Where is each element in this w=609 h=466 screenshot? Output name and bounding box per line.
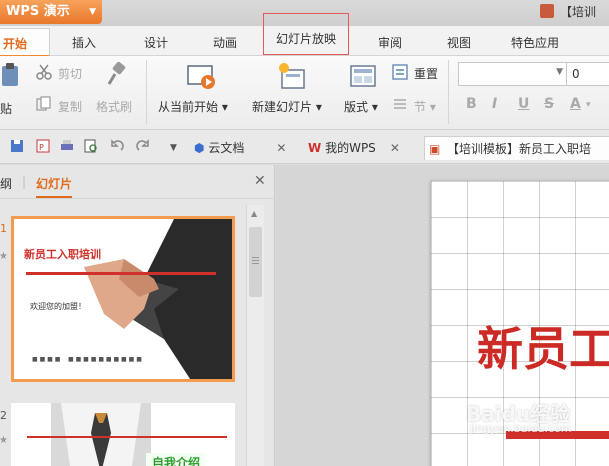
chevron-down-icon[interactable]: ▾ — [586, 100, 591, 110]
slide-thumbnail-1[interactable]: 新员工入职培训 欢迎您的加盟！ ■ ■ ■ ■ ■ ■ ■ ■ ■ ■ ■ ■ … — [11, 216, 235, 382]
slide-2-label: 自我介绍 — [146, 453, 207, 466]
tab-my-wps[interactable]: W 我的WPS ✕ — [308, 136, 400, 160]
cloud-doc-icon: ⬢ — [194, 141, 205, 155]
tab-animation[interactable]: 动画 — [213, 34, 237, 51]
undo-icon[interactable] — [110, 139, 124, 153]
menu-bar: 开始 插入 设计 动画 幻灯片放映 审阅 视图 特色应用 — [0, 13, 609, 57]
quick-access-toolbar: P ▼ ⬢ 云文档 ✕ W 我的WPS ✕ ▣ 【培训模板】新员工入职培 — [0, 130, 609, 164]
paste-button[interactable]: 贴 — [0, 100, 12, 117]
italic-button[interactable]: I — [492, 96, 497, 112]
tab-view[interactable]: 视图 — [447, 34, 471, 51]
ribbon-separator — [146, 60, 147, 124]
tab-slideshow[interactable]: 幻灯片放映 — [263, 13, 350, 55]
ribbon-separator — [448, 60, 449, 124]
font-size-combo[interactable]: 0 — [566, 62, 609, 86]
chevron-down-icon: ▾ — [426, 100, 436, 114]
font-name-combo[interactable]: ▼ — [458, 62, 568, 86]
bold-button[interactable]: B — [466, 96, 477, 112]
scrollbar-thumb[interactable] — [249, 227, 262, 297]
svg-text:P: P — [39, 143, 44, 152]
tab-cloud-doc[interactable]: ⬢ 云文档 ✕ — [194, 136, 286, 160]
tab-outline[interactable]: 纲 — [0, 175, 12, 192]
presentation-icon: ▣ — [429, 142, 441, 156]
document-icon — [540, 4, 554, 18]
copy-button[interactable]: 复制 — [58, 98, 82, 115]
strikethrough-button[interactable]: S — [544, 96, 554, 112]
slides-panel: 纲 | 幻灯片 ✕ 1 ★ 新员工入职培训 欢迎您的加盟！ ■ ■ ■ ■ ■ … — [0, 165, 275, 466]
new-slide-icon[interactable] — [276, 62, 308, 92]
scissors-icon[interactable] — [36, 64, 52, 80]
close-icon[interactable]: ✕ — [390, 141, 400, 155]
chevron-down-icon: ▾ — [218, 100, 228, 114]
star-icon: ★ — [0, 251, 8, 262]
tab-special[interactable]: 特色应用 — [511, 34, 559, 51]
layout-icon[interactable] — [349, 64, 377, 90]
cut-button[interactable]: 剪切 — [58, 65, 82, 82]
slide-number: 2 — [0, 409, 7, 422]
copy-icon[interactable] — [36, 96, 52, 112]
tab-insert[interactable]: 插入 — [72, 34, 96, 51]
ribbon: 贴 剪切 复制 格式刷 从当前开始 ▾ 新建幻灯片 ▾ 版式 ▾ 重置 节 ▾ … — [0, 56, 609, 130]
reset-button[interactable]: 重置 — [414, 65, 438, 82]
app-title: WPS 演示 — [6, 4, 70, 19]
toolbar-dropdown-icon[interactable]: ▼ — [170, 136, 177, 160]
format-painter-icon[interactable] — [104, 62, 130, 88]
save-icon[interactable] — [10, 139, 24, 153]
slide-2-red-line — [27, 436, 227, 438]
app-menu-button[interactable]: WPS 演示 ▼ — [0, 0, 102, 24]
close-icon[interactable]: ✕ — [254, 173, 266, 189]
panel-divider: | — [22, 175, 27, 189]
chevron-down-icon: ▼ — [89, 7, 96, 17]
slide-1-red-line — [26, 272, 216, 275]
layout-button[interactable]: 版式 ▾ — [344, 98, 378, 115]
slide-1-footer: ■ ■ ■ ■ ■ ■ ■ ■ ■ ■ ■ ■ ■ ■ — [32, 356, 142, 363]
chevron-down-icon: ▾ — [368, 100, 378, 114]
slide-1-welcome: 欢迎您的加盟！ — [30, 302, 86, 311]
close-icon[interactable]: ✕ — [276, 141, 286, 155]
export-pdf-icon[interactable]: P — [36, 139, 50, 153]
baidu-watermark-url: jingyan.baidu.com — [470, 422, 572, 435]
wps-logo-icon: W — [308, 141, 322, 155]
document-title: 【培训 — [540, 3, 596, 20]
print-preview-icon[interactable] — [84, 139, 98, 153]
slide-number: 1 — [0, 222, 7, 235]
reset-icon[interactable] — [392, 64, 408, 80]
section-button[interactable]: 节 ▾ — [414, 98, 436, 115]
section-icon[interactable] — [392, 96, 408, 112]
from-current-button[interactable]: 从当前开始 ▾ — [158, 98, 228, 115]
paste-icon[interactable] — [0, 62, 22, 88]
tab-design[interactable]: 设计 — [144, 34, 168, 51]
scroll-up-icon[interactable]: ▲ — [251, 209, 257, 218]
slides-panel-header: 纲 | 幻灯片 ✕ — [0, 165, 275, 199]
slide-thumbnail-2[interactable]: 自我介绍 — [11, 403, 235, 466]
grip-icon — [252, 257, 259, 258]
slides-scrollbar[interactable]: ▲ — [246, 205, 264, 466]
print-icon[interactable] — [60, 139, 74, 153]
chevron-down-icon: ▼ — [556, 67, 563, 77]
new-slide-button[interactable]: 新建幻灯片 ▾ — [252, 98, 322, 115]
tab-document[interactable]: ▣ 【培训模板】新员工入职培 — [424, 136, 609, 160]
format-painter-button[interactable]: 格式刷 — [96, 98, 132, 115]
star-icon: ★ — [0, 435, 8, 446]
underline-button[interactable]: U — [518, 96, 529, 112]
tab-slides[interactable]: 幻灯片 — [36, 175, 73, 198]
chevron-down-icon: ▾ — [312, 100, 322, 114]
redo-icon[interactable] — [136, 139, 150, 153]
tab-home[interactable]: 开始 — [0, 28, 50, 57]
slide-1-title: 新员工入职培训 — [24, 248, 101, 261]
canvas-title[interactable]: 新员工 — [477, 313, 609, 379]
tab-review[interactable]: 审阅 — [378, 34, 402, 51]
font-color-button[interactable]: A — [570, 96, 581, 112]
play-slideshow-icon[interactable] — [186, 62, 218, 92]
